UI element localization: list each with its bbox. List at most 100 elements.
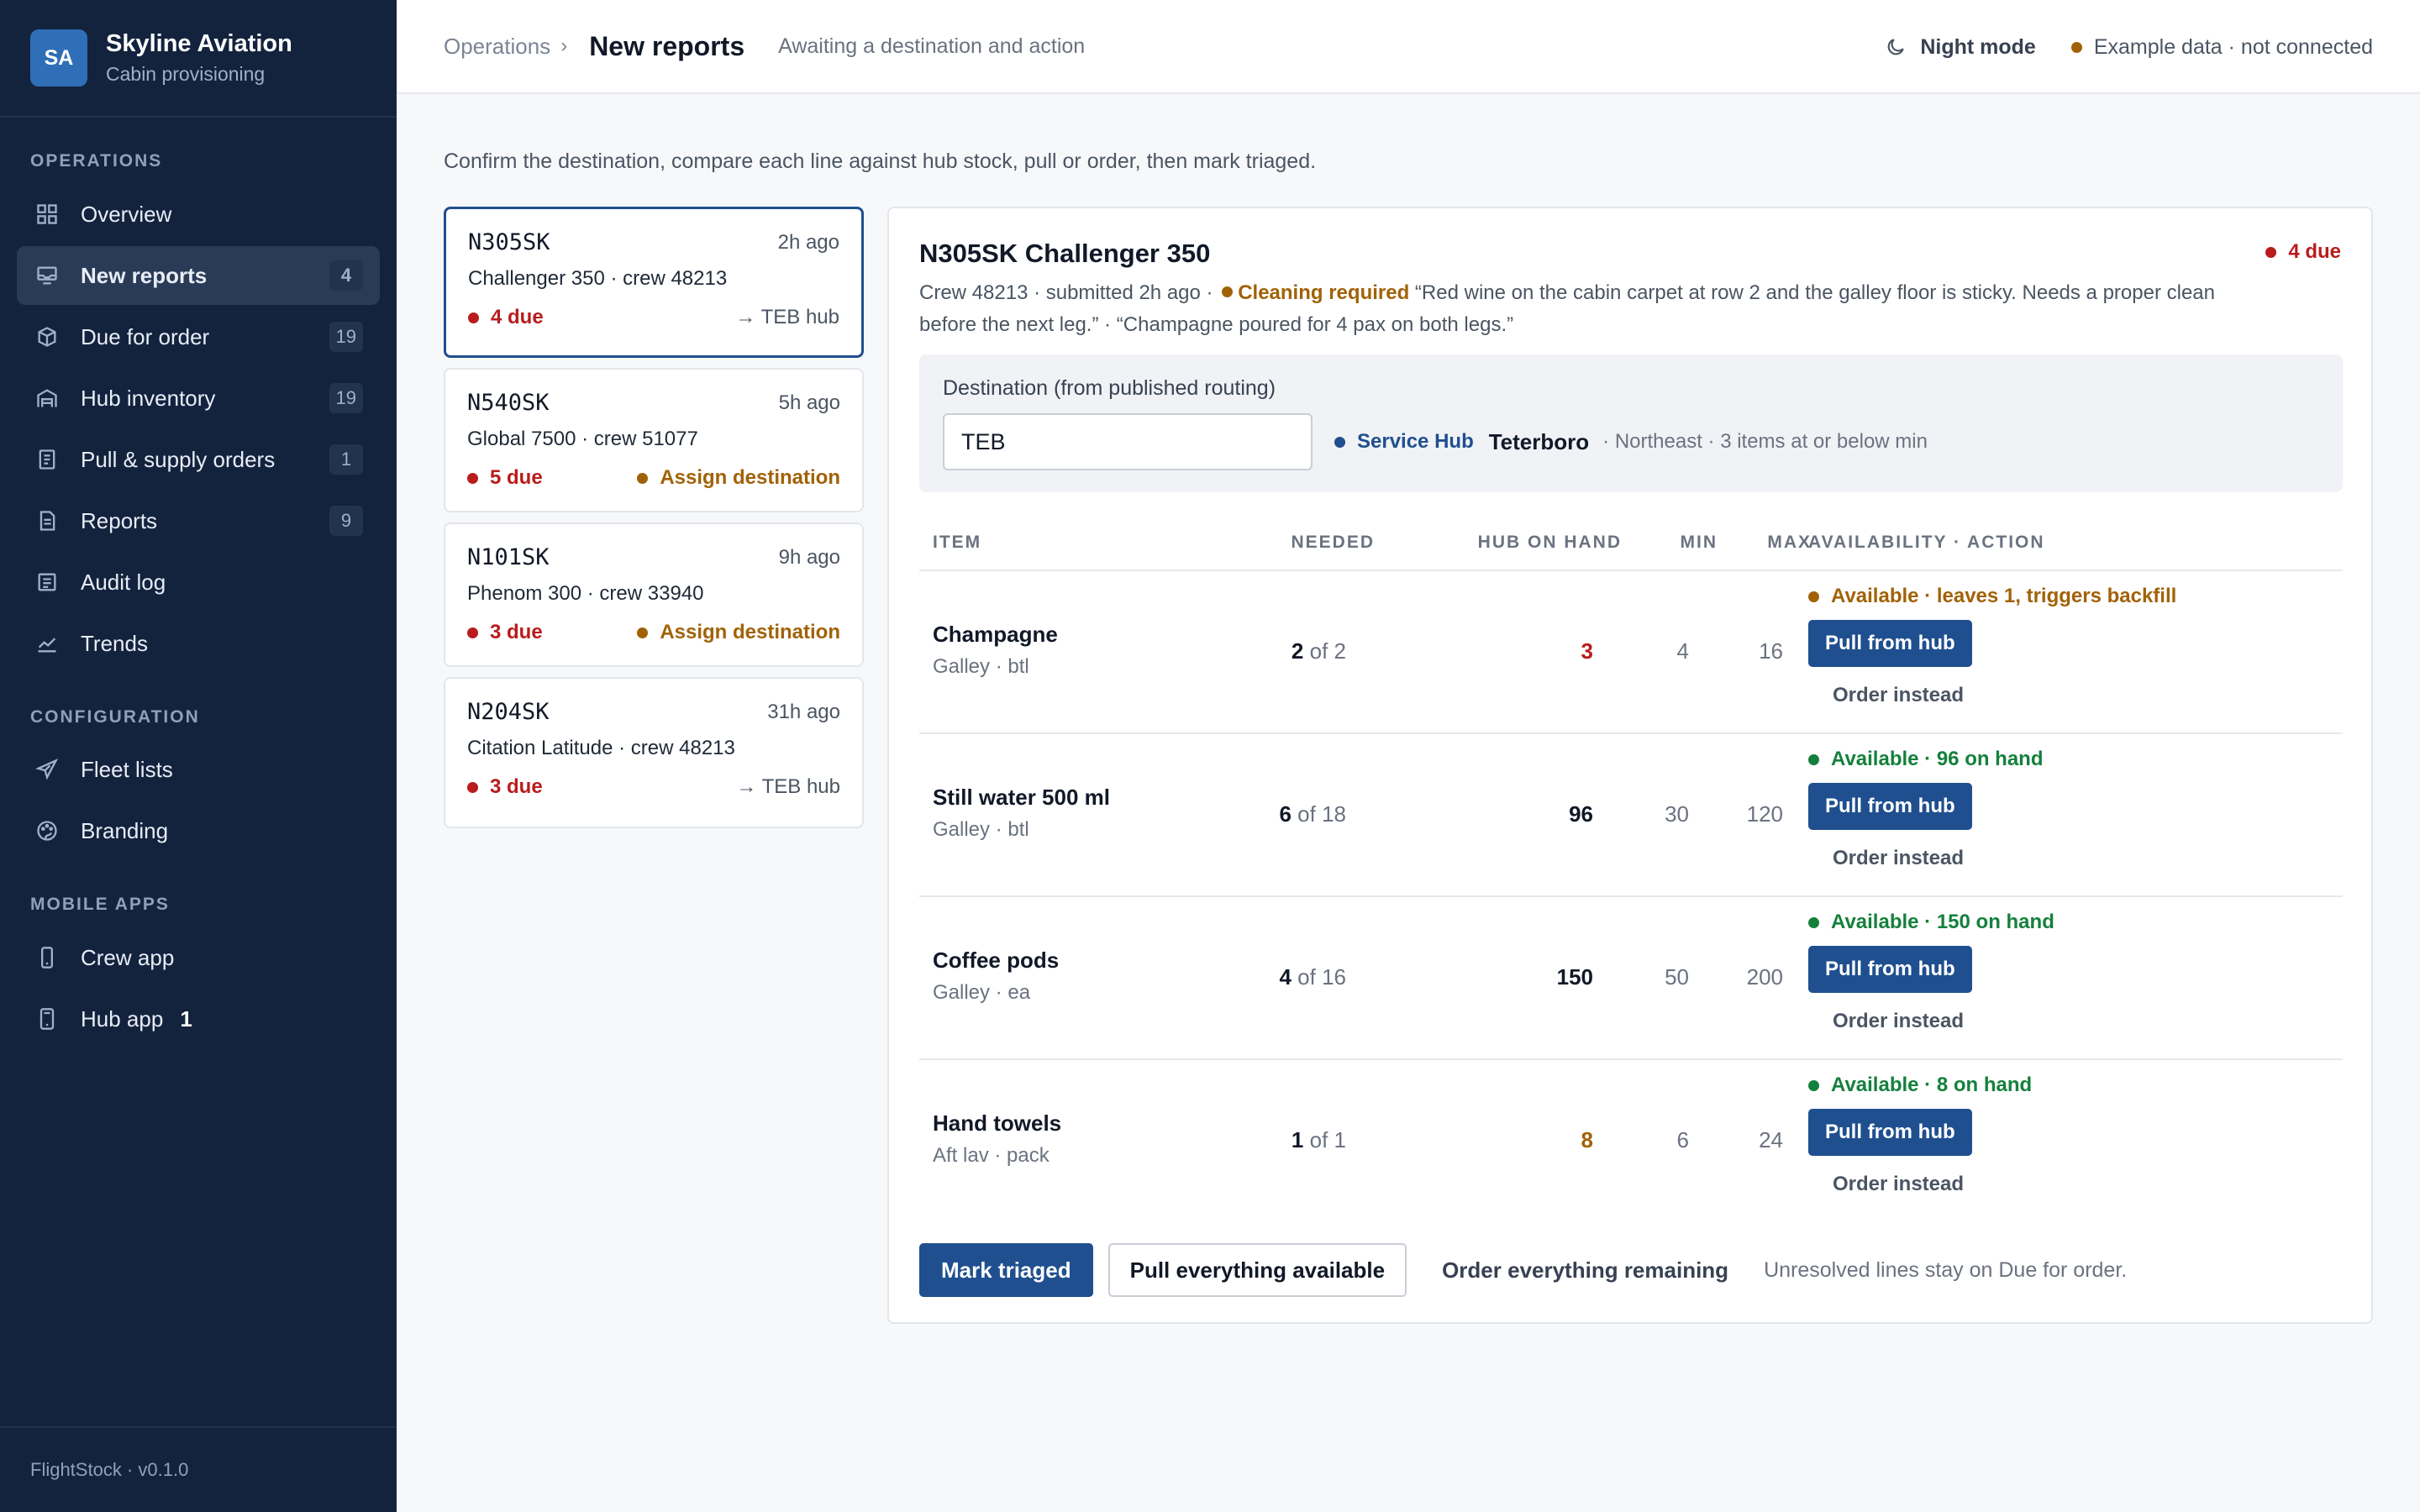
breadcrumb-operations[interactable]: Operations xyxy=(444,34,550,60)
app-version: FlightStock · v0.1.0 xyxy=(0,1426,397,1512)
topbar: Operations › New reports Awaiting a dest… xyxy=(397,0,2420,94)
needed-qty: 1 of 1 xyxy=(1292,1127,1346,1153)
table-row: Still water 500 ml Galley · btl 6 of 18 … xyxy=(919,734,2343,895)
sidebar-item-fleet-lists[interactable]: Fleet lists xyxy=(17,740,380,799)
count-badge: 1 xyxy=(180,1005,192,1032)
item-name: Coffee pods xyxy=(933,948,1060,973)
item-name: Still water 500 ml xyxy=(933,785,1110,810)
sidebar-item-label: Hub app xyxy=(81,1005,164,1032)
needed-count: 1 xyxy=(1291,1127,1304,1152)
sidebar-item-label: Overview xyxy=(81,201,172,227)
org-avatar[interactable]: SA xyxy=(30,29,87,87)
warning-dot-icon xyxy=(1222,286,1234,297)
pull-from-hub-button[interactable]: Pull from hub xyxy=(1808,620,1972,667)
pull-everything-button[interactable]: Pull everything available xyxy=(1107,1243,1407,1297)
count-badge: 19 xyxy=(329,322,363,352)
inbox-icon xyxy=(35,264,59,287)
column-header-item: ITEM xyxy=(933,533,982,552)
palette-icon xyxy=(35,819,59,843)
due-count: 4 due xyxy=(468,306,544,329)
hub-on-hand: 96 xyxy=(1569,801,1593,827)
report-meta-prefix: Crew 48213 · submitted 2h ago · xyxy=(919,281,1213,304)
min-qty: 4 xyxy=(1676,638,1689,664)
availability-text: Available · 150 on hand xyxy=(1831,911,2054,933)
phone-icon xyxy=(35,946,59,969)
sidebar-item-pull-supply-orders[interactable]: Pull & supply orders 1 xyxy=(17,430,380,489)
connection-status: Example data · not connected xyxy=(2070,35,2373,60)
order-everything-button[interactable]: Order everything remaining xyxy=(1423,1243,1747,1297)
breadcrumb-separator: › xyxy=(560,34,568,57)
sidebar-item-new-reports[interactable]: New reports 4 xyxy=(17,246,380,305)
availability-dot-icon xyxy=(1808,753,1819,765)
sidebar-item-hub-app[interactable]: Hub app 1 xyxy=(17,990,380,1048)
hub-on-hand: 8 xyxy=(1581,1127,1593,1152)
count-badge: 4 xyxy=(329,260,363,291)
needed-qty: 6 of 18 xyxy=(1279,801,1346,827)
availability-dot-icon xyxy=(1808,1079,1819,1091)
tail-number: N540SK xyxy=(467,390,550,416)
item-location-unit: Aft lav · pack xyxy=(933,1144,1050,1167)
sidebar-item-due-for-order[interactable]: Due for order 19 xyxy=(17,307,380,366)
detail-due-text: 4 due xyxy=(2288,240,2341,263)
aircraft-crew: Citation Latitude · crew 48213 xyxy=(467,737,735,759)
max-qty: 200 xyxy=(1746,964,1783,990)
sidebar-item-label: Branding xyxy=(81,817,169,843)
order-instead-button[interactable]: Order instead xyxy=(1808,1166,1988,1203)
assign-destination-link[interactable]: Assign destination xyxy=(637,466,840,490)
pull-from-hub-button[interactable]: Pull from hub xyxy=(1808,783,1972,830)
item-name: Champagne xyxy=(933,622,1058,647)
detail-title: N305SK Challenger 350 xyxy=(919,239,1211,268)
availability-status: Available · 150 on hand xyxy=(1808,911,2054,934)
sidebar-item-trends[interactable]: Trends xyxy=(17,614,380,673)
availability-text: Available · 8 on hand xyxy=(1831,1074,2033,1096)
report-card[interactable]: N305SK 2h ago Challenger 350 · crew 4821… xyxy=(444,207,864,358)
due-count: 3 due xyxy=(467,621,543,644)
sidebar-item-label: Fleet lists xyxy=(81,756,173,782)
brand-subtitle: Cabin provisioning xyxy=(106,63,266,85)
report-card[interactable]: N101SK 9h ago Phenom 300 · crew 33940 3 … xyxy=(444,522,864,667)
sidebar-item-hub-inventory[interactable]: Hub inventory 19 xyxy=(17,369,380,428)
max-qty: 120 xyxy=(1746,801,1783,827)
sidebar-item-crew-app[interactable]: Crew app xyxy=(17,928,380,987)
trend-icon xyxy=(35,632,59,655)
order-instead-button[interactable]: Order instead xyxy=(1808,677,1988,714)
report-card[interactable]: N204SK 31h ago Citation Latitude · crew … xyxy=(444,677,864,828)
assign-destination-link[interactable]: Assign destination xyxy=(637,621,840,644)
pull-from-hub-button[interactable]: Pull from hub xyxy=(1808,1109,1972,1156)
report-age: 9h ago xyxy=(778,545,840,569)
tail-number: N305SK xyxy=(468,229,550,255)
availability-status: Available · 96 on hand xyxy=(1808,748,2044,771)
list-icon xyxy=(35,570,59,594)
availability-dot-icon xyxy=(1808,916,1819,928)
item-location-unit: Galley · ea xyxy=(933,981,1031,1004)
order-instead-button[interactable]: Order instead xyxy=(1808,1003,1988,1040)
sidebar-item-audit-log[interactable]: Audit log xyxy=(17,553,380,612)
report-card[interactable]: N540SK 5h ago Global 7500 · crew 51077 5… xyxy=(444,368,864,512)
warning-dot-icon xyxy=(637,472,649,484)
min-qty: 30 xyxy=(1665,801,1689,827)
detail-actions: Mark triaged Pull everything available O… xyxy=(919,1243,2127,1297)
box-icon xyxy=(35,325,59,349)
item-location-unit: Galley · btl xyxy=(933,818,1029,841)
tablet-icon xyxy=(35,1007,59,1031)
sidebar-item-branding[interactable]: Branding xyxy=(17,801,380,860)
page-title: New reports xyxy=(589,30,745,61)
sidebar: SA Skyline Aviation Cabin provisioning O… xyxy=(0,0,397,1512)
sidebar-item-reports[interactable]: Reports 9 xyxy=(17,491,380,550)
destination-input[interactable] xyxy=(943,413,1313,470)
mark-triaged-button[interactable]: Mark triaged xyxy=(919,1243,1093,1297)
night-mode-toggle[interactable]: Night mode xyxy=(1885,35,2036,60)
sidebar-item-label: Due for order xyxy=(81,323,210,349)
service-hub-badge: Service Hub xyxy=(1334,430,1474,454)
table-row: Champagne Galley · btl 2 of 2 3 4 16 Ava… xyxy=(919,571,2343,732)
max-qty: 16 xyxy=(1759,638,1783,664)
grid-icon xyxy=(35,202,59,226)
table-row: Coffee pods Galley · ea 4 of 16 150 50 2… xyxy=(919,897,2343,1058)
pull-from-hub-button[interactable]: Pull from hub xyxy=(1808,946,1972,993)
order-instead-button[interactable]: Order instead xyxy=(1808,840,1988,877)
sidebar-item-overview[interactable]: Overview xyxy=(17,185,380,244)
column-header-needed: NEEDED xyxy=(1291,533,1375,552)
night-mode-label: Night mode xyxy=(1920,34,2036,59)
table-row: Hand towels Aft lav · pack 1 of 1 8 6 24… xyxy=(919,1060,2343,1221)
hub-detail: · Northeast · 3 items at or below min xyxy=(1602,430,1928,453)
